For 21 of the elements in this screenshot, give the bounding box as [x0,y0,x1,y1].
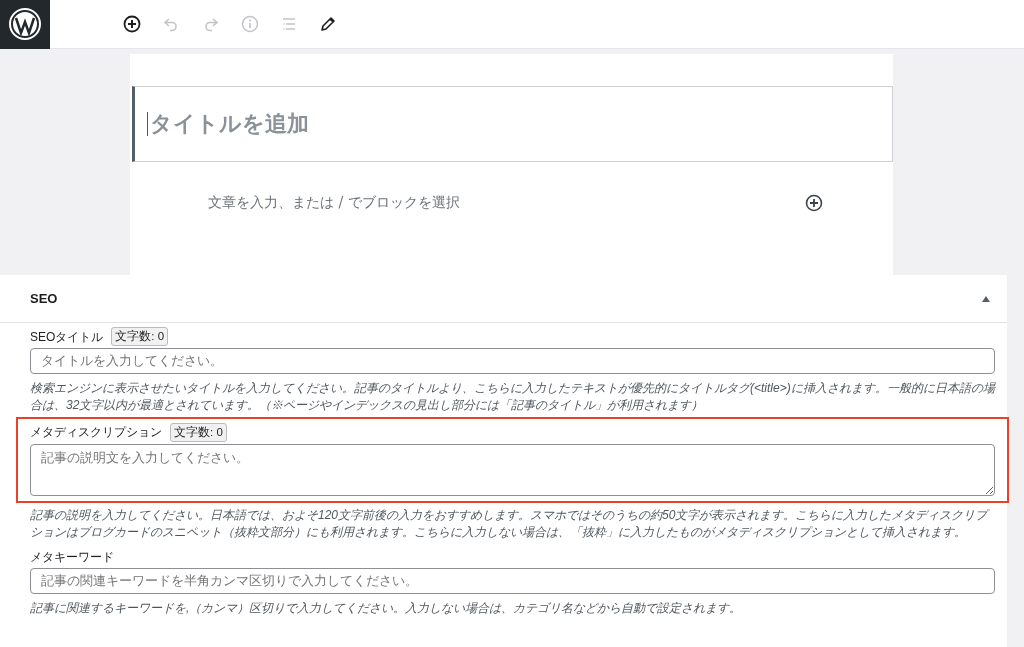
add-icon [122,14,142,34]
panel-title: SEO [30,289,58,308]
add-block-icon[interactable] [805,193,823,212]
input-field[interactable]: 記事の関連キーワードを半角カンマ区切りで入力してください。 [30,567,995,594]
character-counter: 文字数: 0 [170,422,227,443]
title-placeholder: タイトルを追加 [147,111,309,137]
help-text: 検索エンジンに表示させたいタイトルを入力してください。記事のタイトルより、こちらに入力したテキストが優先的にタイトルタグ(<title>)に挿入されます。一般的に日本語の場合は、32文字以内が最適とされています。（※ページやインデックスの見出し部分には「記事のタイトル」が利用されます） [29,380,997,415]
logo-icon [8,7,42,41]
help-text: 記事に関連するキーワードを,（カンマ）区切りで入力してください。入力しない場合は、カテゴリ名などから自動で設定されます。 [29,599,743,617]
paragraph-placeholder[interactable]: 文章を入力、または / でブロックを選択 [208,192,460,213]
field-label: メタディスクリプション [30,424,162,442]
input-field[interactable]: タイトルを入力してください。 [30,348,995,375]
textarea-field[interactable]: 記事の説明文を入力してください。 [30,444,995,497]
character-counter: 文字数: 0 [111,327,169,347]
info-icon [239,14,260,34]
field-label: メタキーワード [30,548,114,566]
field-label: SEOタイトル [30,328,104,346]
collapse-toggle-icon[interactable] [981,295,991,304]
title-field[interactable]: タイトルを追加 [132,86,893,162]
wordpress-logo[interactable] [0,0,50,49]
help-text: 記事の説明を入力してください。日本語では、およそ120文字前後の入力をおすすめします。スマホではそのうちの約50文字が表示されます。こちらに入力したメタディスクリプションはブログカードのスニペット（抜粋文部分）にも利用されます。こちらに入力しない場合は、「抜粋」に入力したものがメタディスクリプションとして挿入されます。 [29,507,991,541]
